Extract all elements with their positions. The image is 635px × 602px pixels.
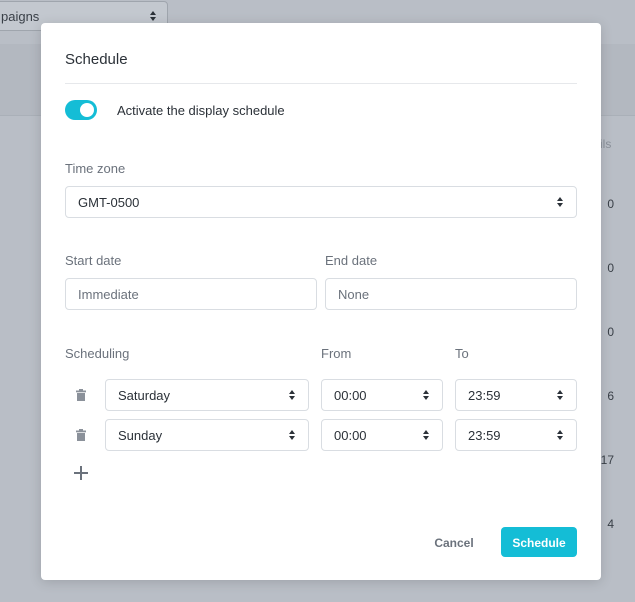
start-date-placeholder: Immediate (78, 286, 139, 302)
cancel-button[interactable]: Cancel (425, 531, 483, 553)
start-date-input[interactable]: Immediate (65, 278, 317, 310)
from-time-select[interactable]: 00:00 (321, 379, 443, 411)
to-time-select[interactable]: 23:59 (455, 379, 577, 411)
from-time-value: 00:00 (334, 427, 367, 443)
background-column-header: ils (600, 137, 612, 151)
select-arrows-icon (288, 390, 296, 400)
campaign-select-value: paigns (1, 8, 40, 24)
from-time-value: 00:00 (334, 387, 367, 403)
select-arrows-icon (556, 430, 564, 440)
select-arrows-icon (556, 390, 564, 400)
add-row-icon[interactable] (73, 465, 89, 481)
modal-title: Schedule (65, 51, 128, 68)
end-date-input[interactable]: None (325, 278, 577, 310)
timezone-select[interactable]: GMT-0500 (65, 186, 577, 218)
select-arrows-icon (422, 430, 430, 440)
to-time-select[interactable]: 23:59 (455, 419, 577, 451)
select-arrows-icon (556, 197, 564, 207)
to-time-value: 23:59 (468, 387, 501, 403)
schedule-modal: Schedule Activate the display schedule T… (41, 23, 601, 580)
end-date-label: End date (325, 253, 378, 268)
schedule-button[interactable]: Schedule (501, 527, 577, 557)
toggle-knob (80, 103, 94, 117)
trash-icon[interactable] (76, 429, 86, 441)
day-select[interactable]: Sunday (105, 419, 309, 451)
select-arrows-icon (422, 390, 430, 400)
schedule-toggle[interactable] (65, 100, 97, 120)
to-time-value: 23:59 (468, 427, 501, 443)
select-arrows-icon (149, 11, 157, 21)
modal-divider (65, 83, 577, 84)
end-date-placeholder: None (338, 286, 370, 302)
from-time-select[interactable]: 00:00 (321, 419, 443, 451)
scheduling-header: Scheduling (65, 346, 130, 361)
trash-icon[interactable] (76, 389, 86, 401)
select-arrows-icon (288, 430, 296, 440)
day-select[interactable]: Saturday (105, 379, 309, 411)
timezone-label: Time zone (65, 161, 126, 176)
day-value: Saturday (118, 387, 171, 403)
from-header: From (321, 346, 352, 361)
toggle-label: Activate the display schedule (117, 103, 285, 118)
day-value: Sunday (118, 427, 163, 443)
to-header: To (455, 346, 469, 361)
timezone-value: GMT-0500 (78, 194, 140, 210)
start-date-label: Start date (65, 253, 122, 268)
